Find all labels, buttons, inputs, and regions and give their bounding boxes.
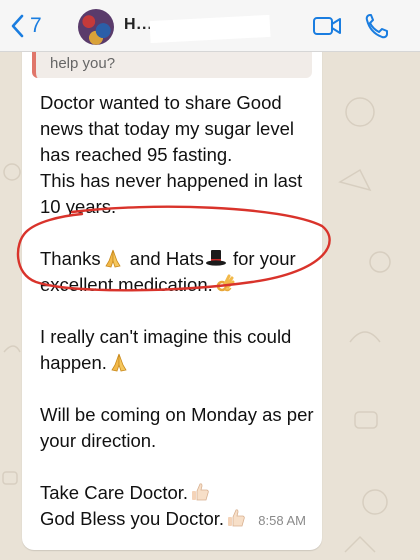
quoted-reply[interactable]: help you? — [32, 52, 312, 78]
chat-header: 7 H... — [0, 0, 420, 52]
message-line: I really can't imagine this could — [40, 326, 292, 347]
paragraph-imagine: I really can't imagine this could happen… — [40, 324, 330, 376]
thumbs-up-emoji — [228, 509, 245, 527]
paragraph-monday: Will be coming on Monday as per your dir… — [40, 402, 330, 454]
message-line: has reached 95 fasting. — [40, 144, 233, 165]
video-call-icon[interactable] — [312, 14, 342, 38]
back-button[interactable]: 7 — [10, 10, 42, 42]
redaction-mark — [149, 14, 271, 44]
message-line: news that today my sugar level — [40, 118, 294, 139]
top-hat-emoji — [205, 250, 226, 266]
text-fragment: God Bless you Doctor. — [40, 508, 225, 529]
message-line: Will be coming on Monday as per — [40, 404, 314, 425]
message-line: excellent medication. — [40, 272, 330, 298]
message-line: Doctor wanted to share Good — [40, 92, 282, 113]
unread-count: 7 — [30, 14, 42, 37]
contact-name[interactable]: H... — [124, 16, 153, 34]
paragraph-good-news: Doctor wanted to share Good news that to… — [40, 90, 330, 220]
text-fragment: for your — [227, 248, 296, 269]
message-line: Take Care Doctor. — [40, 480, 330, 506]
text-fragment: Take Care Doctor. — [40, 482, 189, 503]
text-fragment: happen. — [40, 352, 107, 373]
folded-hands-emoji — [111, 353, 127, 372]
quoted-reply-text: help you? — [50, 55, 116, 72]
message-timestamp: 8:58 AM — [258, 513, 306, 528]
chevron-left-icon — [11, 14, 24, 38]
text-fragment: Thanks — [40, 248, 101, 269]
thumbs-up-emoji — [192, 483, 209, 501]
message-bubble[interactable]: help you? Doctor wanted to share Good ne… — [22, 52, 322, 550]
message-text: Doctor wanted to share Good news that to… — [40, 90, 330, 532]
folded-hands-emoji — [105, 249, 121, 268]
avatar[interactable] — [78, 9, 114, 45]
chat-area[interactable]: help you? Doctor wanted to share Good ne… — [0, 52, 420, 560]
paragraph-thanks: Thanks and Hats for your excellent medic… — [40, 246, 330, 298]
message-line: Thanks and Hats for your — [40, 246, 330, 272]
phone-call-icon[interactable] — [364, 12, 390, 40]
message-line: happen. — [40, 350, 330, 376]
message-line: 10 years. — [40, 196, 117, 217]
ok-hand-emoji — [216, 274, 235, 292]
message-line: your direction. — [40, 430, 157, 451]
text-fragment: and Hats — [124, 248, 204, 269]
text-fragment: excellent medication. — [40, 274, 213, 295]
message-line: This has never happened in last — [40, 170, 303, 191]
